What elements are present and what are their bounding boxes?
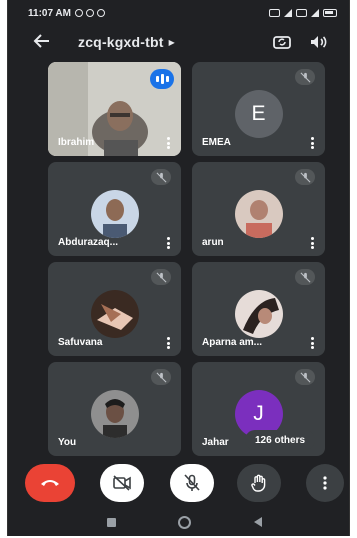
volte2-icon <box>296 9 307 17</box>
shield-status-icon <box>85 9 94 17</box>
more-vert-icon[interactable] <box>309 337 315 349</box>
participant-tile-emea[interactable]: E EMEA <box>192 62 325 156</box>
mic-off-icon <box>295 169 315 185</box>
others-count-pill[interactable]: 126 others <box>245 430 316 450</box>
system-nav-bar <box>8 510 349 536</box>
more-vert-icon <box>323 476 327 490</box>
participant-tile-safuvana[interactable]: Safuvana <box>48 262 181 356</box>
switch-camera-icon[interactable] <box>272 32 292 52</box>
hand-icon <box>251 474 266 492</box>
mic-off-icon <box>151 369 171 385</box>
more-vert-icon[interactable] <box>165 237 171 249</box>
settings-status-icon <box>74 9 83 17</box>
avatar-initial: J <box>253 402 264 425</box>
battery-icon <box>323 9 337 17</box>
participant-name: Jahar <box>202 437 229 448</box>
more-vert-icon[interactable] <box>165 337 171 349</box>
meet-screen: 11:07 AM zcq-kgxd-tbt ▶ Ibrahim E EMEA A… <box>7 0 350 536</box>
participant-name: EMEA <box>202 137 231 148</box>
raise-hand-button[interactable] <box>237 464 281 502</box>
sync-status-icon <box>96 9 105 17</box>
mic-off-large-icon <box>184 474 200 491</box>
meeting-code-text: zcq-kgxd-tbt <box>78 34 164 50</box>
more-vert-icon[interactable] <box>165 137 171 149</box>
avatar <box>234 190 283 238</box>
avatar <box>90 390 139 438</box>
speaking-indicator-icon <box>150 69 174 89</box>
status-time: 11:07 AM <box>28 7 71 19</box>
participant-tile-ibrahim[interactable]: Ibrahim <box>48 62 181 156</box>
camera-toggle-button[interactable] <box>100 464 144 502</box>
others-count-text: 126 others <box>255 434 306 446</box>
avatar <box>90 190 139 238</box>
recents-icon[interactable] <box>107 518 116 527</box>
home-icon[interactable] <box>178 516 191 529</box>
speaker-icon[interactable] <box>308 32 328 52</box>
back-arrow-icon[interactable] <box>32 31 54 53</box>
mic-off-icon <box>295 369 315 385</box>
caret-right-icon: ▶ <box>168 37 175 47</box>
participant-name: Abdurazaq... <box>58 237 119 248</box>
status-bar: 11:07 AM <box>8 0 349 26</box>
avatar <box>90 290 139 338</box>
avatar-initial: E <box>251 102 266 125</box>
participant-tile-abdurazaq[interactable]: Abdurazaq... <box>48 162 181 256</box>
participant-name: Ibrahim <box>58 137 95 148</box>
video-off-icon <box>113 475 131 491</box>
signal2-icon <box>311 9 319 17</box>
signal-icon <box>284 9 292 17</box>
avatar: E <box>234 90 283 138</box>
meeting-header: zcq-kgxd-tbt ▶ <box>8 26 349 60</box>
end-call-icon <box>41 480 59 486</box>
end-call-button[interactable] <box>25 464 75 502</box>
back-triangle-icon[interactable] <box>254 517 262 527</box>
volte-icon <box>269 9 280 17</box>
mic-off-icon <box>151 169 171 185</box>
participant-tile-arun[interactable]: arun <box>192 162 325 256</box>
participant-tile-you[interactable]: You <box>48 362 181 456</box>
participant-name: You <box>58 437 77 448</box>
participant-name: Safuvana <box>58 337 103 348</box>
more-vert-icon[interactable] <box>309 237 315 249</box>
mic-off-icon <box>295 69 315 85</box>
meeting-code[interactable]: zcq-kgxd-tbt ▶ <box>78 34 175 50</box>
participant-name: Aparna am... <box>202 337 263 348</box>
more-options-button[interactable] <box>306 464 344 502</box>
mic-toggle-button[interactable] <box>170 464 214 502</box>
mic-off-icon <box>295 269 315 285</box>
mic-off-icon <box>151 269 171 285</box>
avatar <box>234 290 283 338</box>
participant-name: arun <box>202 237 224 248</box>
more-vert-icon[interactable] <box>309 137 315 149</box>
participant-tile-aparna[interactable]: Aparna am... <box>192 262 325 356</box>
